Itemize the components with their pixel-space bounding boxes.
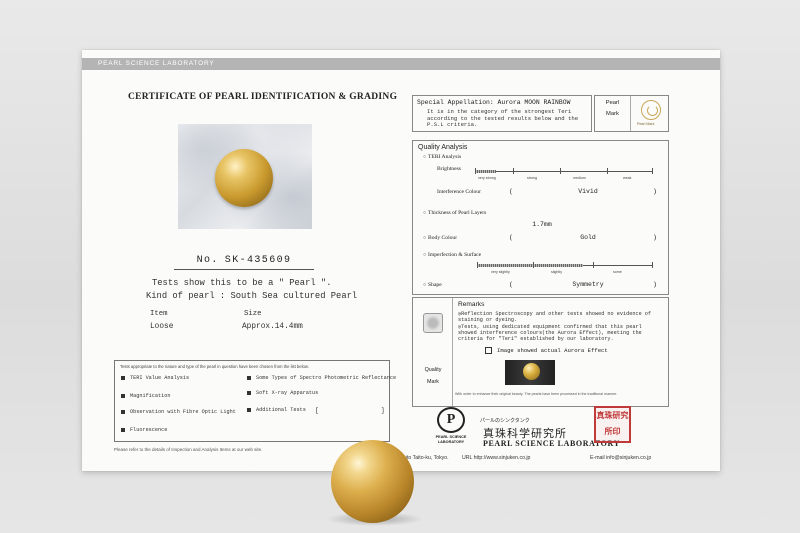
paren-open: (: [509, 188, 513, 195]
imperfection-scale-caption: slightly: [551, 270, 562, 274]
quality-mark-label-2: Mark: [427, 379, 439, 385]
certificate-number: No. SK-435609: [174, 255, 314, 266]
paren-close: ): [653, 281, 657, 288]
paren-open: (: [509, 281, 513, 288]
scale-tick: [607, 168, 608, 174]
scale-tick: [652, 262, 653, 268]
pearl-mark-label: Pearl Mark: [595, 96, 631, 131]
bracket-close: ]: [381, 407, 385, 414]
number-underline: [174, 269, 314, 270]
aurora-photo-caption: With order to enhance their original bea…: [455, 392, 618, 396]
test-item: Soft X-ray Apparatus: [247, 390, 318, 396]
size-value: Approx.14.4mm: [242, 323, 303, 331]
tests-box: Tests appropriate to the nature and type…: [114, 360, 396, 442]
certificate-card: PEARL SCIENCE LABORATORY CERTIFICATE OF …: [82, 50, 720, 471]
quality-analysis-box: Quality Analysis TERI Analysis Brightnes…: [412, 140, 669, 295]
pearl-photo: [178, 124, 312, 229]
scale-tick: [477, 262, 478, 268]
test-item: Additional Tests: [247, 407, 306, 413]
remarks-line-2: ◎Tests, using dedicated equipment confir…: [458, 323, 642, 343]
gold-pearl: [331, 440, 414, 523]
remarks-title: Remarks: [458, 301, 485, 308]
brightness-scale-caption: weak: [623, 176, 632, 180]
special-appellation-title: Special Appellation: Aurora MOON RAINBOW: [417, 99, 571, 106]
pearl-mark-caption: Pearl Mark: [637, 122, 655, 126]
interference-colour-label: Interference Colour: [437, 189, 481, 195]
body-colour-label: Body Colour: [423, 235, 457, 241]
interference-colour-value: Vivid: [578, 188, 598, 195]
remarks-box: Quality Mark Remarks ◎Reflection Spectro…: [412, 297, 669, 407]
quality-mark-icon: [423, 313, 443, 333]
scale-tick: [652, 168, 653, 174]
test-statement: Tests show this to be a " Pearl ".: [152, 278, 332, 288]
quality-mark-label-1: Quality: [424, 367, 442, 373]
scale-tick: [560, 168, 561, 174]
red-seal-stamp: 真珠研究所印: [594, 406, 631, 443]
lab-email: E-mail info@sinjuken.co.jp: [590, 455, 652, 461]
pearl-mark-box: Pearl Mark Pearl Mark: [594, 95, 669, 132]
special-appellation-box: Special Appellation: Aurora MOON RAINBOW…: [412, 95, 592, 132]
imperfection-scale-caption: some: [613, 270, 622, 274]
scale-tick: [593, 262, 594, 268]
quality-mark-label: Quality Mark: [413, 364, 453, 388]
certificate-title: CERTIFICATE OF PEARL IDENTIFICATION & GR…: [128, 92, 398, 102]
remarks-line-1: ◎Reflection Spectroscopy and other tests…: [458, 311, 652, 324]
certificate-number-value: SK-435609: [224, 255, 292, 266]
bracket-open: [: [315, 407, 319, 414]
certificate-number-prefix: No.: [196, 255, 219, 266]
pearl-mark-label-2: Mark: [606, 111, 619, 117]
tests-intro: Tests appropriate to the nature and type…: [120, 364, 309, 369]
imperfection-scale-caption: very slightly: [491, 270, 510, 274]
lab-name-band: PEARL SCIENCE LABORATORY: [82, 58, 720, 70]
lab-kana-tagline: パールのシンクタンク: [480, 418, 530, 424]
footer-note: Please refer to the details of Inspectio…: [114, 447, 263, 452]
test-item: Some Types of Spectro Photometric Reflec…: [247, 375, 396, 381]
brightness-label: Brightness: [437, 166, 461, 172]
kind-of-pearl: Kind of pearl : South Sea cultured Pearl: [146, 291, 358, 301]
photo-pearl-image: [215, 149, 273, 207]
test-item: Magnification: [121, 393, 170, 399]
body-colour-value: Gold: [580, 234, 596, 241]
aurora-photo-pearl: [523, 363, 540, 380]
shape-label: Shape: [423, 282, 442, 288]
paren-close: ): [653, 188, 657, 195]
paren-close: ): [653, 234, 657, 241]
brightness-scale-caption: very strong: [478, 176, 496, 180]
lab-url: URL http://www.sinjuken.co.jp: [462, 455, 531, 461]
imperfection-label: Imperfection & Surface: [423, 252, 481, 258]
item-value: Loose: [150, 323, 174, 331]
remarks-body: ◎Reflection Spectroscopy and other tests…: [458, 311, 663, 342]
quality-mark-panel: Quality Mark: [413, 298, 453, 406]
test-item: Observation with Fibre Optic Light: [121, 409, 236, 415]
scale-tick: [475, 168, 476, 174]
aurora-photo: [505, 360, 555, 385]
shape-value: Symmetry: [572, 281, 604, 288]
test-item: TERI Value Analysis: [121, 375, 189, 381]
brightness-level-fill: [475, 170, 496, 173]
pearl-mark-label-1: Pearl: [605, 100, 620, 106]
thickness-label: Thickness of Pearl Layers: [423, 210, 486, 216]
thickness-value: 1.7mm: [532, 221, 552, 228]
item-label: Item: [150, 310, 168, 318]
test-item: Fluorescence: [121, 427, 167, 433]
quality-analysis-title: Quality Analysis: [418, 144, 468, 151]
brightness-scale-caption: strong: [527, 176, 537, 180]
scale-tick: [533, 262, 534, 268]
paren-open: (: [509, 234, 513, 241]
scale-tick: [513, 168, 514, 174]
special-appellation-body: It is in the category of the strongest T…: [427, 108, 579, 129]
brightness-scale-track: [475, 171, 653, 172]
teri-analysis-label: TERI Analysis: [423, 154, 461, 160]
imperfection-level-fill: [477, 264, 583, 267]
pearl-mark-logo-icon: [641, 100, 661, 120]
psl-logo-caption: PEARL SCIENCE LABORATORY: [435, 435, 467, 444]
size-label: Size: [244, 310, 262, 318]
psl-logo-icon: P: [437, 407, 465, 433]
aurora-effect-checkbox: Image showed actual Aurora Effect: [485, 347, 608, 354]
brightness-scale-caption: medium: [573, 176, 586, 180]
